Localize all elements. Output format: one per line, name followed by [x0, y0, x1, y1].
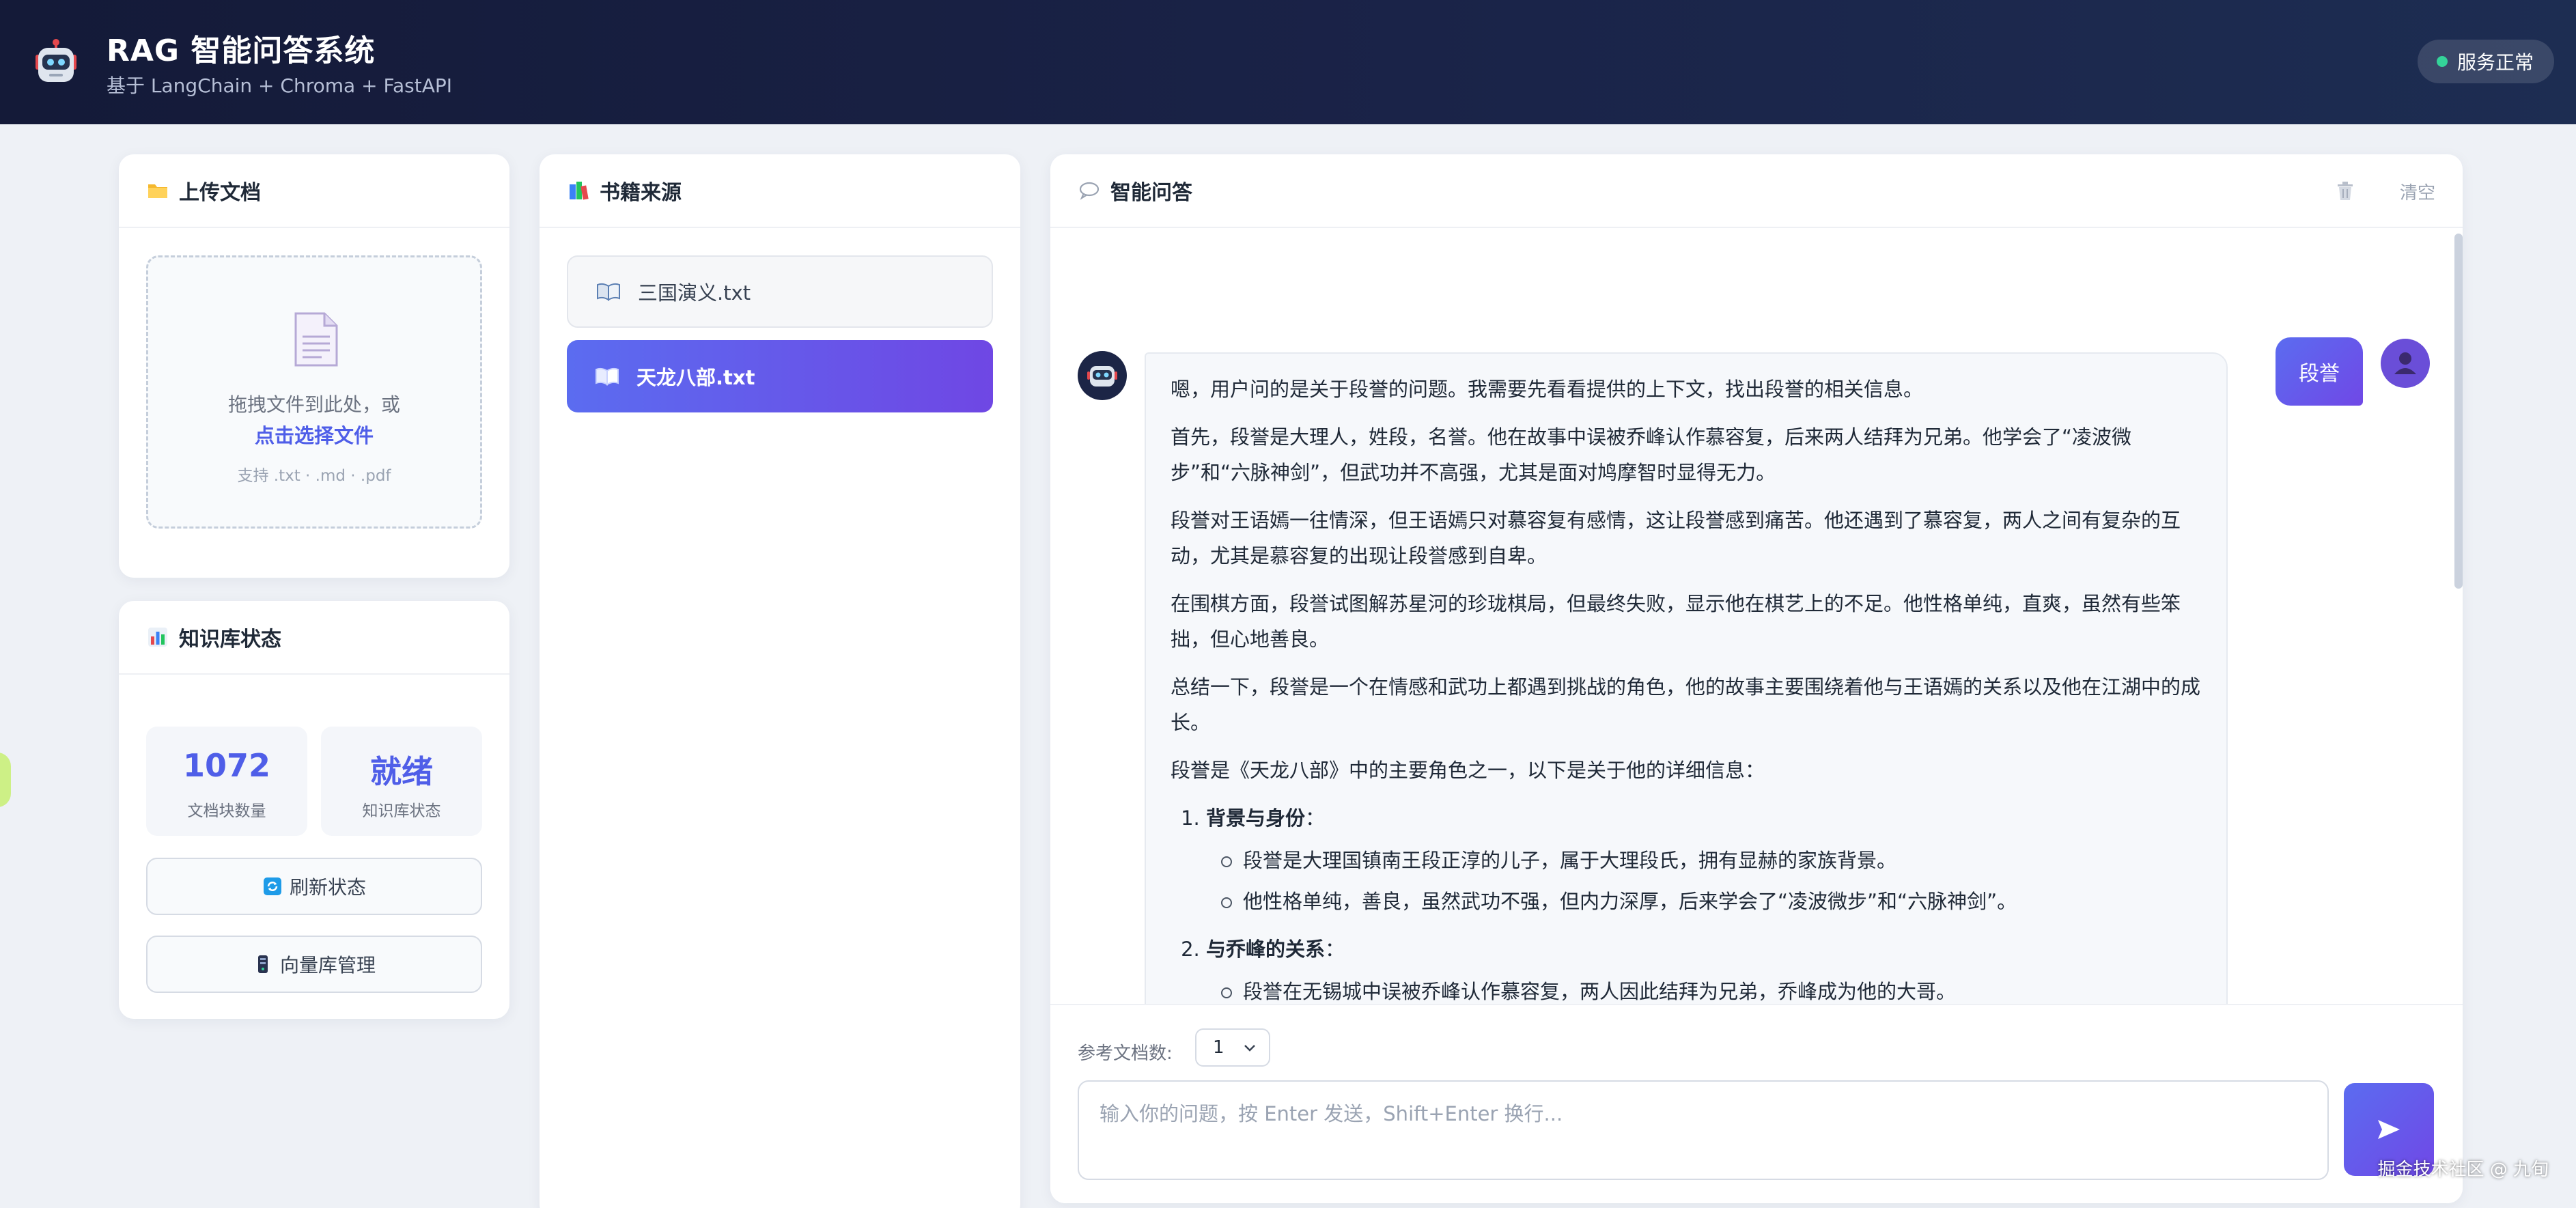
chunk-count-label: 文档块数量 [187, 802, 266, 820]
section-title: 与乔峰的关系 [1206, 938, 1326, 961]
database-icon [257, 955, 268, 973]
app-subtitle: 基于 LangChain + Chroma + FastAPI [107, 74, 452, 97]
section-title: 背景与身份 [1206, 806, 1306, 830]
ref-docs-value: 1 [1213, 1037, 1224, 1058]
ref-docs-select[interactable]: 1 [1195, 1028, 1270, 1067]
books-card-header: 书籍来源 [540, 154, 1020, 228]
answer-bullet: 他性格单纯，善良，虽然武功不强，但内力深厚，后来学会了“凌波微步”和“六脉神剑”… [1206, 884, 2200, 919]
answer-paragraph: 段誉对王语嫣一往情深，但王语嫣只对慕容复有感情，这让段誉感到痛苦。他还遇到了慕容… [1171, 509, 2181, 567]
answer-paragraph: 总结一下，段誉是一个在情感和武功上都遇到挑战的角色，他的故事主要围绕着他与王语嫣… [1171, 675, 2201, 734]
answer-sublist: 段誉是大理国镇南王段正淳的儿子，属于大理段氏，拥有显赫的家族背景。 他性格单纯，… [1206, 843, 2200, 919]
chat-card: 智能问答 清空 段誉 嗯，用户问的是关于段誉的问题。我需要先看看提供的上下文，找… [1050, 154, 2463, 1203]
answer-bullet: 段誉是大理国镇南王段正淳的儿子，属于大理段氏，拥有显赫的家族背景。 [1206, 843, 2200, 878]
upload-card-title: 上传文档 [179, 181, 261, 205]
section-colon: ： [1305, 806, 1326, 830]
upload-card: 上传文档 拖拽文件到此处，或 点击选择文件 支持 .txt · .md · .p… [119, 154, 509, 578]
bar-chart-icon [148, 628, 167, 647]
app-title: RAG 智能问答系统 [107, 33, 376, 68]
refresh-status-label: 刷新状态 [289, 876, 366, 899]
robot-logo-icon [36, 39, 76, 82]
kb-card-header: 知识库状态 [119, 601, 509, 675]
chat-header-actions: 清空 [2336, 154, 2435, 228]
open-book-icon [597, 283, 620, 301]
upload-card-header: 上传文档 [119, 154, 509, 228]
book-item-tianlong[interactable]: 天龙八部.txt [567, 340, 993, 412]
select-file-link[interactable]: 点击选择文件 [148, 420, 480, 449]
kb-state-stat: 就绪 知识库状态 [321, 727, 482, 836]
answer-paragraph: 段誉是《天龙八部》中的主要角色之一，以下是关于他的详细信息： [1171, 759, 1765, 782]
book-item-sanguo[interactable]: 三国演义.txt [567, 255, 993, 328]
answer-paragraph: 在围棋方面，段誉试图解苏星河的珍珑棋局，但最终失败，显示他在棋艺上的不足。他性格… [1171, 592, 2181, 651]
send-icon [2378, 1120, 2400, 1139]
chat-scrollbar-thumb[interactable] [2454, 234, 2463, 589]
section-colon: ： [1325, 938, 1345, 961]
watermark-text: 掘金技术社区 @ 九旬 [2377, 1160, 2549, 1180]
kb-state-value: 就绪 [370, 753, 433, 790]
file-dropzone[interactable]: 拖拽文件到此处，或 点击选择文件 支持 .txt · .md · .pdf [146, 255, 482, 529]
folder-icon [148, 184, 167, 198]
chevron-down-icon [1244, 1045, 1255, 1052]
book-item-label: 三国演义.txt [638, 281, 751, 305]
books-card-title: 书籍来源 [600, 181, 682, 205]
speech-bubble-icon [1079, 182, 1100, 200]
chunk-count-value: 1072 [182, 747, 271, 784]
vector-store-manage-button[interactable]: 向量库管理 [146, 936, 482, 993]
dropzone-text: 拖拽文件到此处，或 [227, 393, 400, 416]
question-input[interactable] [1078, 1080, 2329, 1180]
bot-avatar-icon [1078, 351, 1127, 400]
status-dot-icon [2436, 56, 2448, 67]
answer-paragraph: 首先，段誉是大理人，姓段，名誉。他在故事中误被乔峰认作慕容复，后来两人结拜为兄弟… [1171, 425, 2132, 484]
document-icon [294, 312, 338, 367]
app-header: RAG 智能问答系统 基于 LangChain + Chroma + FastA… [0, 0, 2576, 124]
trash-icon[interactable] [2336, 181, 2355, 201]
chunk-count-stat: 1072 文档块数量 [146, 727, 307, 836]
kb-state-label: 知识库状态 [362, 802, 441, 820]
open-book-icon [596, 367, 619, 386]
refresh-status-button[interactable]: 刷新状态 [146, 858, 482, 915]
service-status-badge: 服务正常 [2417, 40, 2554, 83]
ref-docs-label: 参考文档数: [1078, 1043, 1173, 1064]
book-item-label: 天龙八部.txt [636, 366, 755, 389]
floating-side-handle[interactable] [0, 753, 11, 807]
kb-card-title: 知识库状态 [179, 628, 281, 651]
chat-card-title: 智能问答 [1110, 181, 1192, 205]
refresh-icon [263, 877, 281, 895]
answer-paragraph: 嗯，用户问的是关于段誉的问题。我需要先看看提供的上下文，找出段誉的相关信息。 [1171, 378, 1924, 401]
service-status-text: 服务正常 [2456, 51, 2534, 74]
supported-formats-hint: 支持 .txt · .md · .pdf [237, 467, 391, 485]
user-message-bubble: 段誉 [2276, 337, 2363, 406]
clear-chat-button[interactable]: 清空 [2400, 179, 2435, 204]
chat-card-header: 智能问答 [1050, 154, 2463, 228]
chat-input-area: 参考文档数: 1 [1050, 1004, 2463, 1203]
books-icon [570, 182, 589, 200]
answer-list: 背景与身份： 段誉是大理国镇南王段正淳的儿子，属于大理段氏，拥有显赫的家族背景。… [1171, 800, 2200, 1009]
vector-store-manage-label: 向量库管理 [279, 954, 376, 977]
answer-list-item: 背景与身份： 段誉是大理国镇南王段正淳的儿子，属于大理段氏，拥有显赫的家族背景。… [1206, 800, 2200, 919]
book-sources-card: 书籍来源 三国演义.txt 天龙八部.txt [540, 154, 1020, 1208]
user-avatar-icon [2381, 339, 2430, 388]
answer-list-item: 与乔峰的关系： 段誉在无锡城中误被乔峰认作慕容复，两人因此结拜为兄弟，乔峰成为他… [1206, 931, 2200, 1009]
knowledge-base-status-card: 知识库状态 1072 文档块数量 就绪 知识库状态 刷新状态 向量库管理 [119, 601, 509, 1019]
